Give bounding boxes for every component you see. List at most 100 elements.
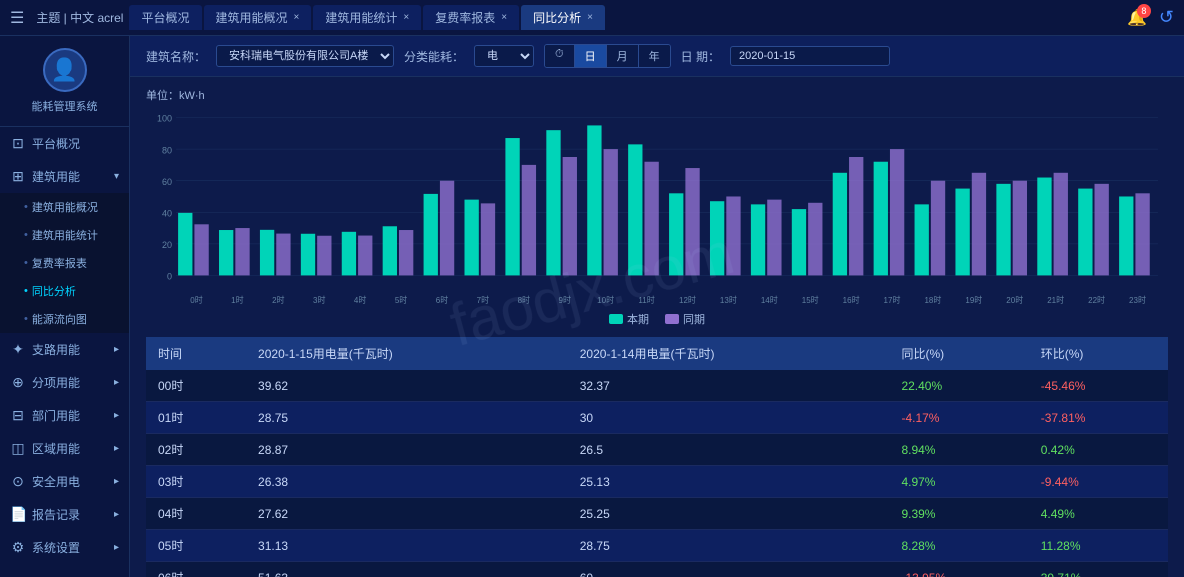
svg-text:80: 80 [162, 145, 172, 155]
nav-icon-8: ⚙ [10, 539, 26, 556]
menu-icon[interactable]: ☰ [10, 8, 24, 28]
time-btn-0[interactable]: ⏱ [545, 45, 575, 67]
notification-badge: 8 [1137, 4, 1151, 18]
cell-6-2: 60 [568, 562, 890, 577]
table-row: 06时51.6360-13.95%39.71% [146, 562, 1168, 577]
nav-item-3[interactable]: ⊕分项用能▸ [0, 366, 129, 399]
table-row: 00时39.6232.3722.40%-45.46% [146, 370, 1168, 402]
nav-label-5: 区域用能 [32, 440, 80, 457]
tab-close-icon[interactable]: × [587, 12, 593, 23]
nav-item-label-0[interactable]: ⊡平台概况 [0, 127, 129, 160]
cell-1-3: -4.17% [889, 402, 1028, 434]
nav-item-1[interactable]: ⊞建筑用能▾建筑用能概况建筑用能统计复费率报表同比分析能源流向图 [0, 160, 129, 333]
cell-4-3: 9.39% [889, 498, 1028, 530]
sub-nav-item-0[interactable]: 建筑用能概况 [0, 193, 129, 221]
nav-item-label-1[interactable]: ⊞建筑用能▾ [0, 160, 129, 193]
svg-text:14时: 14时 [761, 295, 778, 305]
chart-legend: 本期同期 [146, 311, 1168, 327]
col-header-0: 时间 [146, 337, 246, 370]
col-header-2: 2020-1-14用电量(千瓦时) [568, 337, 890, 370]
nav-item-label-8[interactable]: ⚙系统设置▸ [0, 531, 129, 564]
nav-label-6: 安全用电 [32, 473, 80, 490]
cell-1-1: 28.75 [246, 402, 568, 434]
svg-text:3时: 3时 [313, 295, 325, 305]
cell-1-0: 01时 [146, 402, 246, 434]
tab-bar: 平台概况建筑用能概况×建筑用能统计×复费率报表×同比分析× [129, 5, 1127, 30]
nav-item-6[interactable]: ⊙安全用电▸ [0, 465, 129, 498]
sub-nav-item-1[interactable]: 建筑用能统计 [0, 221, 129, 249]
data-table: 时间2020-1-15用电量(千瓦时)2020-1-14用电量(千瓦时)同比(%… [146, 337, 1168, 577]
col-header-3: 同比(%) [889, 337, 1028, 370]
svg-text:2时: 2时 [272, 295, 284, 305]
time-btn-2[interactable]: 月 [607, 45, 639, 67]
svg-text:13时: 13时 [720, 295, 737, 305]
chart-svg: 1008060402000时1时2时3时4时5时6时7时8时9时10时11时12… [146, 107, 1168, 307]
cell-5-4: 11.28% [1029, 530, 1168, 562]
tab-建筑用能统计[interactable]: 建筑用能统计× [313, 5, 421, 30]
tab-平台概况[interactable]: 平台概况 [129, 5, 201, 30]
svg-text:12时: 12时 [679, 295, 696, 305]
nav-item-label-4[interactable]: ⊟部门用能▸ [0, 399, 129, 432]
cell-0-1: 39.62 [246, 370, 568, 402]
cell-3-0: 03时 [146, 466, 246, 498]
cell-0-3: 22.40% [889, 370, 1028, 402]
date-input[interactable] [730, 46, 890, 66]
chart-wrap: 1008060402000时1时2时3时4时5时6时7时8时9时10时11时12… [146, 107, 1168, 307]
category-select[interactable]: 电 [474, 45, 534, 67]
svg-text:0时: 0时 [190, 295, 202, 305]
theme-label: 主题 | 中文 acrel [36, 9, 123, 26]
legend-item-0: 本期 [609, 311, 649, 327]
tab-close-icon[interactable]: × [403, 12, 409, 23]
tab-close-icon[interactable]: × [294, 12, 300, 23]
svg-text:16时: 16时 [843, 295, 860, 305]
tab-建筑用能概况[interactable]: 建筑用能概况× [204, 5, 312, 30]
nav-item-7[interactable]: 📄报告记录▸ [0, 498, 129, 531]
nav-item-5[interactable]: ◫区域用能▸ [0, 432, 129, 465]
nav-item-2[interactable]: ✦支路用能▸ [0, 333, 129, 366]
table-row: 05时31.1328.758.28%11.28% [146, 530, 1168, 562]
sub-nav-item-4[interactable]: 能源流向图 [0, 305, 129, 333]
table-container: 时间2020-1-15用电量(千瓦时)2020-1-14用电量(千瓦时)同比(%… [130, 337, 1184, 577]
notification-icon[interactable]: 🔔 8 [1127, 8, 1147, 28]
col-header-1: 2020-1-15用电量(千瓦时) [246, 337, 568, 370]
svg-text:11时: 11时 [638, 295, 654, 305]
cell-1-2: 30 [568, 402, 890, 434]
building-select[interactable]: 安科瑞电气股份有限公司A楼 [216, 45, 394, 67]
nav-item-label-6[interactable]: ⊙安全用电▸ [0, 465, 129, 498]
tab-同比分析[interactable]: 同比分析× [521, 5, 605, 30]
cell-3-4: -9.44% [1029, 466, 1168, 498]
nav-item-label-3[interactable]: ⊕分项用能▸ [0, 366, 129, 399]
nav-label-1: 建筑用能 [32, 168, 80, 185]
sub-nav-item-2[interactable]: 复费率报表 [0, 249, 129, 277]
nav-label-8: 系统设置 [32, 539, 80, 556]
nav-item-label-7[interactable]: 📄报告记录▸ [0, 498, 129, 531]
cell-4-1: 27.62 [246, 498, 568, 530]
legend-color-1 [665, 314, 679, 324]
cell-3-2: 25.13 [568, 466, 890, 498]
nav-icon-7: 📄 [10, 506, 26, 523]
tab-复费率报表[interactable]: 复费率报表× [423, 5, 519, 30]
cell-0-4: -45.46% [1029, 370, 1168, 402]
avatar: 👤 [43, 48, 87, 92]
cell-2-2: 26.5 [568, 434, 890, 466]
cell-2-4: 0.42% [1029, 434, 1168, 466]
time-btn-1[interactable]: 日 [575, 45, 607, 67]
nav-item-label-5[interactable]: ◫区域用能▸ [0, 432, 129, 465]
building-label: 建筑名称： [146, 48, 206, 65]
svg-text:8时: 8时 [518, 295, 530, 305]
svg-text:21时: 21时 [1047, 295, 1064, 305]
refresh-icon[interactable]: ↺ [1159, 7, 1174, 28]
svg-text:22时: 22时 [1088, 295, 1105, 305]
sub-nav-item-3[interactable]: 同比分析 [0, 277, 129, 305]
nav-arrow-icon-5: ▸ [114, 443, 119, 454]
svg-text:100: 100 [157, 114, 172, 124]
nav-item-label-2[interactable]: ✦支路用能▸ [0, 333, 129, 366]
cell-5-0: 05时 [146, 530, 246, 562]
time-btn-3[interactable]: 年 [639, 45, 670, 67]
filter-bar: 建筑名称： 安科瑞电气股份有限公司A楼 分类能耗： 电 ⏱日月年 日 期： [130, 36, 1184, 77]
nav-item-4[interactable]: ⊟部门用能▸ [0, 399, 129, 432]
nav-item-8[interactable]: ⚙系统设置▸ [0, 531, 129, 564]
nav-item-0[interactable]: ⊡平台概况 [0, 127, 129, 160]
tab-close-icon[interactable]: × [501, 12, 507, 23]
date-label: 日 期： [681, 48, 720, 65]
